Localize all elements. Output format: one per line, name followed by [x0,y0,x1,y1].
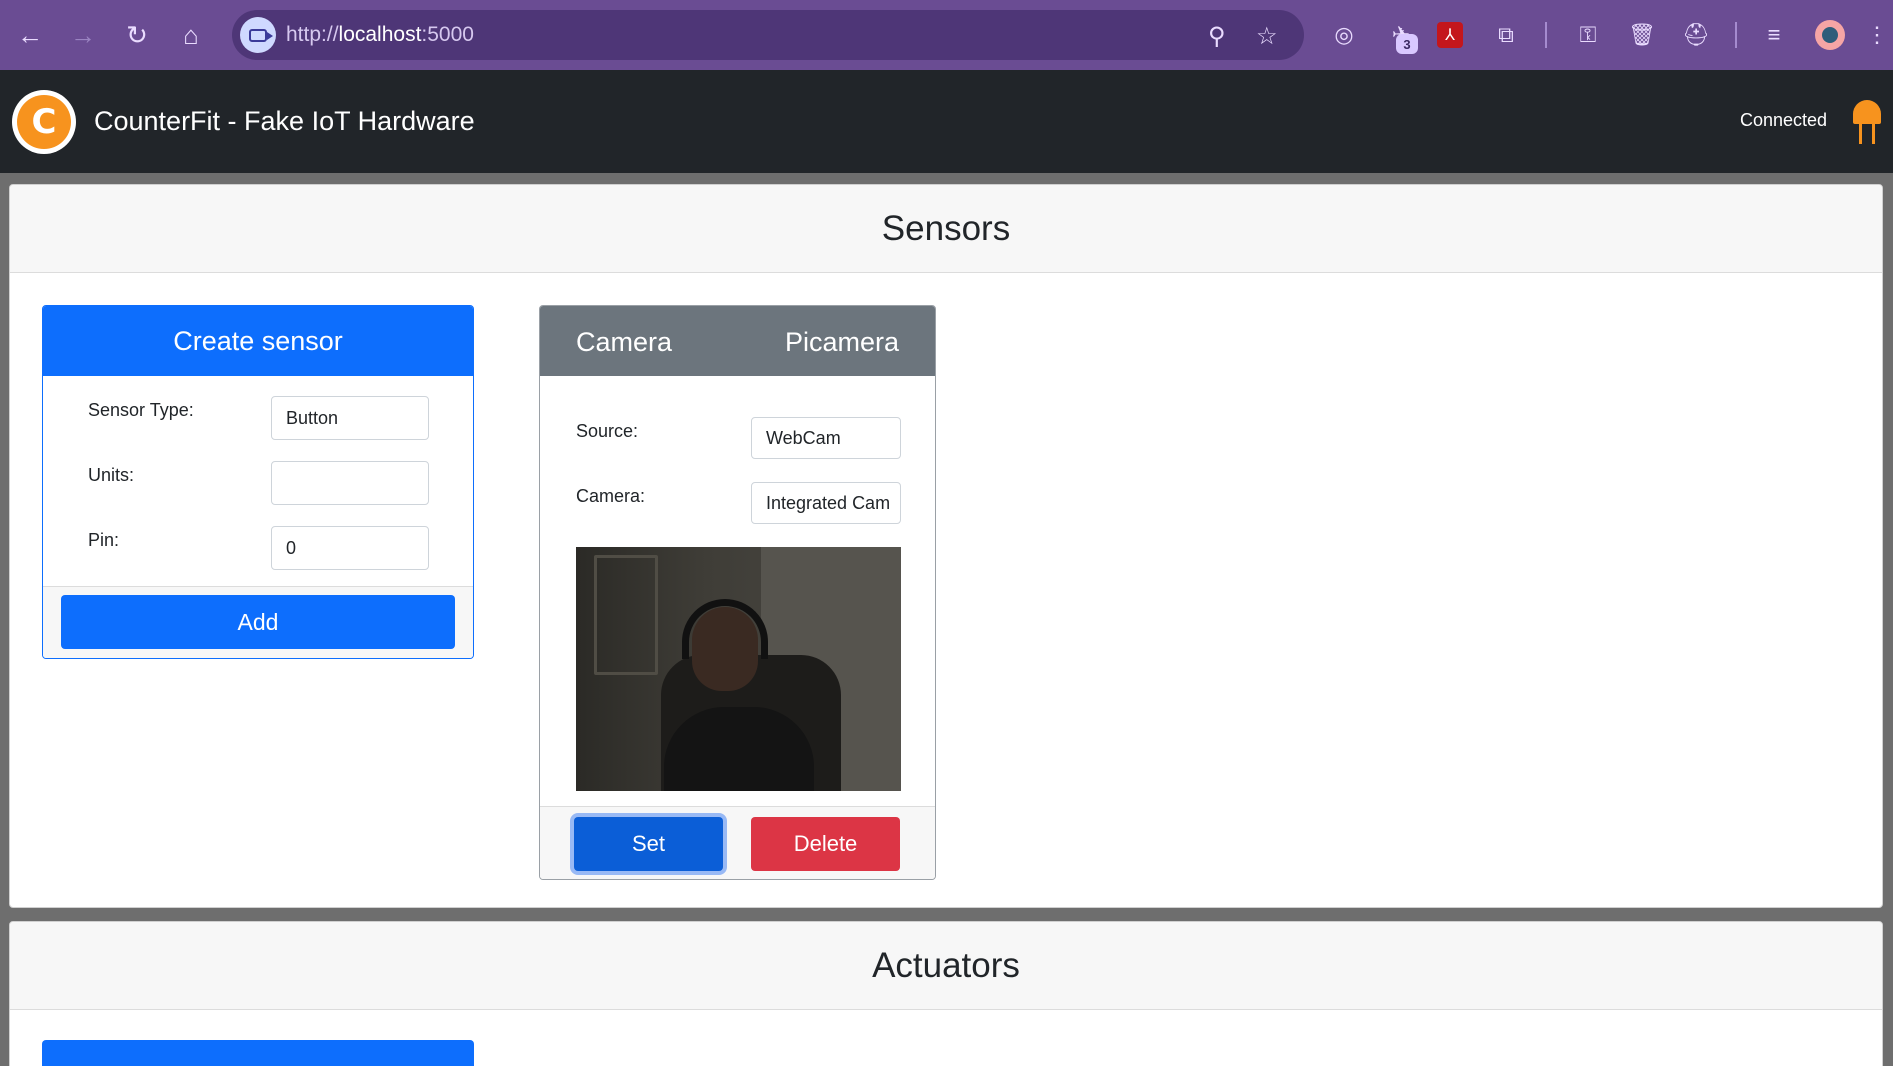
password-key-icon[interactable]: ⚿ [1573,20,1603,50]
extensions-puzzle-icon[interactable]: ⧉ [1491,20,1521,50]
reload-icon[interactable]: ↻ [116,14,158,56]
sensors-section: Sensors Create sensor Sensor Type: Units… [9,184,1883,908]
led-icon [1853,100,1881,144]
sensor-type-label: Sensor Type: [88,400,194,420]
video-site-icon[interactable] [240,17,276,53]
units-label: Units: [88,465,135,485]
webcam-preview-image [576,547,901,791]
actuators-heading: Actuators [872,945,1020,985]
camera-sensor-card: Camera Picamera Source: Camera: Set Dele… [539,305,936,880]
pdf-extension-icon[interactable]: ⅄ [1437,22,1463,48]
app-title: CounterFit - Fake IoT Hardware [94,106,475,136]
browser-toolbar: ← → ↻ ⌂ http://localhost:5000 ⚲ ☆ ◎ ✈ 3 … [0,0,1893,70]
toolbar-divider [1735,22,1737,48]
camera-card-footer: Set Delete [540,806,935,879]
pin-label: Pin: [88,530,120,550]
units-input[interactable] [271,461,429,505]
source-row: Source: [576,417,901,459]
source-label: Source: [576,421,639,441]
create-actuator-card [42,1040,474,1066]
sensors-header: Sensors [10,185,1882,273]
extension-badge: 3 [1396,34,1418,54]
home-icon[interactable]: ⌂ [170,14,212,56]
pin-row: Pin: [88,526,433,570]
forward-icon[interactable]: → [62,14,104,56]
sensor-type-name: Camera [576,327,673,357]
set-button[interactable]: Set [574,817,723,871]
units-row: Units: [88,461,433,505]
connection-status: Connected [1740,110,1828,130]
incognito-icon[interactable]: ⛑ [1681,20,1711,50]
add-sensor-button[interactable]: Add [61,595,455,649]
profile-avatar-icon[interactable] [1815,20,1845,50]
sensor-type-select[interactable] [271,396,429,440]
actuators-section: Actuators [9,921,1883,1066]
extension-glasses-icon[interactable]: ◎ [1329,20,1359,50]
zoom-icon[interactable]: ⚲ [1208,22,1226,51]
trash-icon[interactable]: 🗑 [1627,20,1657,50]
sensors-heading: Sensors [881,208,1011,248]
camera-row: Camera: [576,482,901,524]
camera-select[interactable] [751,482,901,524]
sensor-name: Picamera [784,327,899,357]
create-sensor-title: Create sensor [43,306,473,376]
toolbar-divider [1545,22,1547,48]
create-sensor-footer: Add [43,586,473,658]
source-select[interactable] [751,417,901,459]
media-queue-icon[interactable]: ≡ [1759,20,1789,50]
actuators-header: Actuators [10,922,1882,1010]
bookmark-star-icon[interactable]: ☆ [1256,22,1278,51]
sensor-type-row: Sensor Type: [88,396,433,440]
app-header: C CounterFit - Fake IoT Hardware Connect… [0,70,1893,173]
menu-kebab-icon[interactable]: ⋮ [1866,20,1888,50]
camera-card-header: Camera Picamera [540,306,935,376]
counterfit-logo: C [12,90,76,154]
delete-button[interactable]: Delete [751,817,900,871]
pin-input[interactable] [271,526,429,570]
back-icon[interactable]: ← [9,14,51,56]
address-bar[interactable]: http://localhost:5000 ⚲ ☆ [232,10,1304,60]
url-text[interactable]: http://localhost:5000 [286,23,474,47]
camera-label: Camera: [576,486,646,506]
create-sensor-card: Create sensor Sensor Type: Units: Pin: A… [42,305,474,659]
